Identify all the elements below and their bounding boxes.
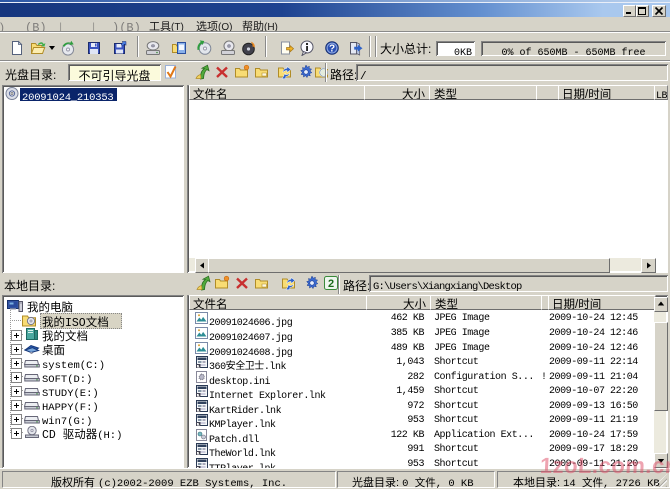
svg-text:2: 2	[328, 278, 334, 290]
svg-text:?: ?	[329, 44, 335, 55]
